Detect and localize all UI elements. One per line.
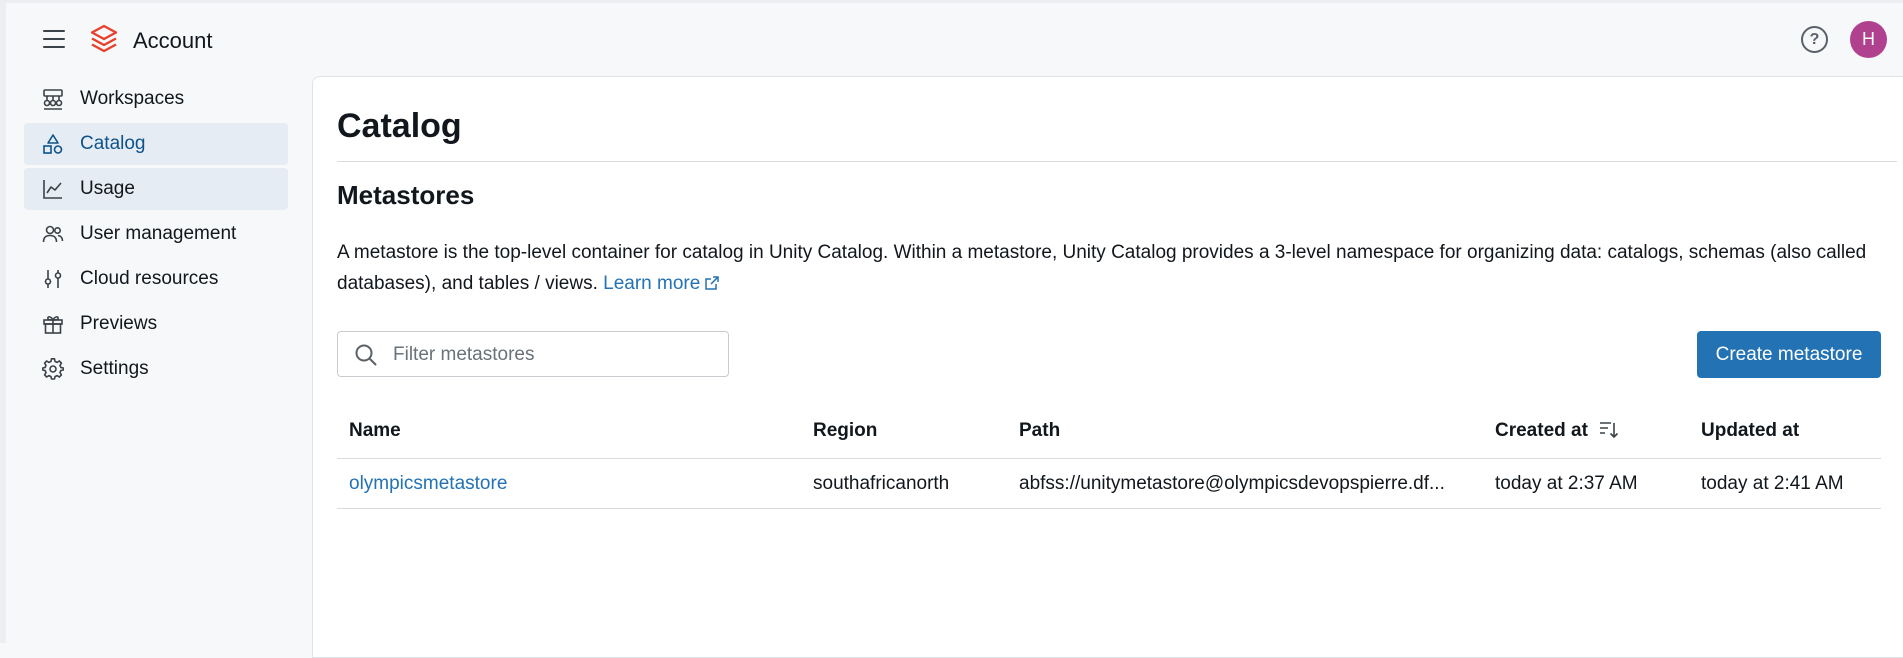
user-avatar[interactable]: H xyxy=(1850,21,1887,58)
search-icon xyxy=(354,343,378,372)
description-body: A metastore is the top-level container f… xyxy=(337,242,1867,294)
table-header: Name Region Path Created at Updated at xyxy=(337,406,1881,459)
sidebar-item-label: Previews xyxy=(80,313,158,334)
sidebar-item-cloud-resources[interactable]: Cloud resources xyxy=(24,258,288,300)
filter-metastores-input[interactable] xyxy=(391,334,725,376)
description-text: A metastore is the top-level container f… xyxy=(337,237,1897,301)
column-header-updated-at[interactable]: Updated at xyxy=(1701,420,1799,442)
metastore-path: abfss://unitymetastore@olympicsdevopspie… xyxy=(1019,473,1445,494)
sidebar-item-usage[interactable]: Usage xyxy=(24,168,288,210)
main-panel: Catalog Metastores A metastore is the to… xyxy=(312,76,1903,658)
metastores-table: Name Region Path Created at Updated at o… xyxy=(337,406,1881,509)
create-metastore-button[interactable]: Create metastore xyxy=(1697,331,1881,378)
table-row: olympicsmetastore southafricanorth abfss… xyxy=(337,459,1881,509)
page-title: Catalog xyxy=(337,107,462,145)
sidebar-item-settings[interactable]: Settings xyxy=(24,348,288,390)
sidebar-item-catalog[interactable]: Catalog xyxy=(24,123,288,165)
filter-metastores-search[interactable] xyxy=(337,331,729,377)
workspaces-icon xyxy=(42,88,64,110)
sidebar-item-label: Workspaces xyxy=(80,88,185,109)
metastore-name-link[interactable]: olympicsmetastore xyxy=(349,473,507,495)
sliders-icon xyxy=(42,268,64,290)
app-title: Account xyxy=(133,28,213,53)
sidebar-item-label: Catalog xyxy=(80,133,146,154)
metastore-updated-at: today at 2:41 AM xyxy=(1701,473,1844,494)
usage-chart-icon xyxy=(42,178,64,200)
column-header-region[interactable]: Region xyxy=(813,420,877,442)
top-bar: Account ? H xyxy=(0,0,1903,78)
metastore-created-at: today at 2:37 AM xyxy=(1495,473,1638,494)
sidebar-item-label: Usage xyxy=(80,178,135,199)
column-header-created-at-label: Created at xyxy=(1495,420,1588,441)
sidebar-item-label: User management xyxy=(80,223,237,244)
sidebar-item-user-management[interactable]: User management xyxy=(24,213,288,255)
column-header-name[interactable]: Name xyxy=(349,420,401,442)
learn-more-link[interactable]: Learn more xyxy=(603,273,720,294)
external-link-icon xyxy=(704,270,720,301)
title-divider xyxy=(337,161,1897,162)
gift-icon xyxy=(42,313,64,335)
learn-more-label: Learn more xyxy=(603,273,701,294)
menu-icon[interactable] xyxy=(40,27,68,51)
databricks-logo[interactable] xyxy=(90,24,118,54)
catalog-icon xyxy=(42,133,64,155)
metastore-region: southafricanorth xyxy=(813,473,950,494)
section-title: Metastores xyxy=(337,180,475,210)
gear-icon xyxy=(42,358,64,380)
sidebar-item-label: Settings xyxy=(80,358,149,379)
column-header-created-at[interactable]: Created at xyxy=(1495,420,1619,445)
users-icon xyxy=(42,223,64,245)
sidebar-item-previews[interactable]: Previews xyxy=(24,303,288,345)
sidebar-item-workspaces[interactable]: Workspaces xyxy=(24,78,288,120)
sidebar-item-label: Cloud resources xyxy=(80,268,219,289)
help-icon[interactable]: ? xyxy=(1801,26,1828,53)
sort-descending-icon[interactable] xyxy=(1599,421,1619,445)
sidebar: Workspaces Catalog Usage User management… xyxy=(24,78,288,393)
column-header-path[interactable]: Path xyxy=(1019,420,1483,442)
